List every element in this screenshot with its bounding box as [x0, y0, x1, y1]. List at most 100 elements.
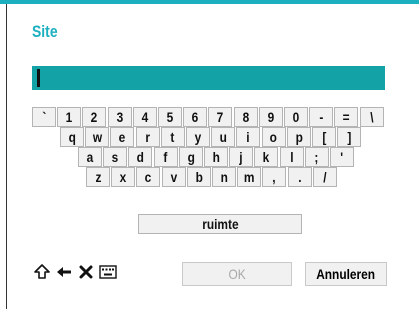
- key[interactable]: s: [103, 147, 128, 167]
- key-label: ': [340, 149, 344, 165]
- key-label: b: [195, 169, 203, 185]
- key[interactable]: c: [136, 167, 161, 187]
- key[interactable]: g: [178, 147, 203, 167]
- text-input[interactable]: [32, 66, 385, 90]
- key-label: h: [212, 149, 220, 165]
- key[interactable]: =: [334, 107, 359, 127]
- key[interactable]: z: [86, 167, 110, 187]
- key[interactable]: 2: [82, 107, 107, 127]
- key[interactable]: t: [160, 127, 185, 147]
- key[interactable]: p: [286, 127, 311, 147]
- key[interactable]: .: [287, 167, 312, 187]
- key[interactable]: r: [135, 127, 160, 147]
- ok-button[interactable]: OK: [182, 262, 292, 286]
- key[interactable]: ;: [304, 147, 329, 167]
- key[interactable]: a: [78, 147, 102, 167]
- key[interactable]: i: [236, 127, 261, 147]
- key-label: 2: [91, 109, 98, 125]
- key-label: x: [119, 169, 127, 185]
- space-key[interactable]: ruimte: [138, 214, 302, 234]
- key-label: u: [219, 129, 227, 145]
- key[interactable]: 6: [183, 107, 208, 127]
- cancel-button[interactable]: Annuleren: [305, 262, 387, 286]
- key-label: =: [342, 109, 350, 125]
- key-label: z: [95, 169, 101, 185]
- key-label: g: [187, 149, 195, 165]
- key-label: l: [289, 149, 294, 165]
- key-label: o: [269, 129, 278, 145]
- key[interactable]: [: [312, 127, 336, 147]
- key[interactable]: m: [237, 167, 262, 187]
- key[interactable]: b: [186, 167, 211, 187]
- key[interactable]: o: [261, 127, 286, 147]
- key[interactable]: ': [330, 147, 354, 167]
- clear-icon[interactable]: [76, 262, 96, 282]
- key-label: n: [220, 169, 228, 185]
- key[interactable]: `: [32, 107, 56, 127]
- shift-icon[interactable]: [32, 262, 52, 282]
- key-label: -: [319, 109, 324, 125]
- key[interactable]: 0: [284, 107, 308, 127]
- key-label: [: [322, 129, 326, 145]
- key-label: ;: [314, 149, 319, 165]
- key[interactable]: u: [211, 127, 236, 147]
- key-label: /: [323, 169, 327, 185]
- key[interactable]: 3: [107, 107, 132, 127]
- key[interactable]: 4: [132, 107, 157, 127]
- backspace-icon[interactable]: [54, 262, 74, 282]
- key[interactable]: \: [359, 107, 384, 127]
- key[interactable]: x: [111, 167, 136, 187]
- key-label: j: [239, 149, 243, 165]
- key[interactable]: d: [128, 147, 153, 167]
- key-label: s: [111, 149, 119, 165]
- key-label: d: [136, 149, 145, 165]
- top-accent-line: [0, 0, 419, 4]
- key-label: v: [170, 169, 177, 185]
- keyboard-icon[interactable]: [98, 262, 118, 282]
- key[interactable]: k: [254, 147, 279, 167]
- text-cursor: [37, 69, 40, 87]
- key-label: r: [145, 129, 150, 145]
- key-label: i: [246, 129, 251, 145]
- cancel-button-label: Annuleren: [316, 266, 376, 282]
- key[interactable]: -: [309, 107, 334, 127]
- key-label: ,: [272, 169, 277, 185]
- key[interactable]: h: [204, 147, 228, 167]
- key-label: e: [119, 129, 126, 145]
- key-label: 8: [242, 109, 249, 125]
- ok-button-label: OK: [228, 266, 246, 282]
- key[interactable]: y: [186, 127, 210, 147]
- key-label: 3: [116, 109, 123, 125]
- key[interactable]: 9: [258, 107, 283, 127]
- key-label: \: [369, 109, 374, 125]
- key-label: m: [243, 169, 255, 185]
- key-label: 7: [217, 109, 224, 125]
- key[interactable]: ]: [337, 127, 362, 147]
- key-label: 5: [166, 109, 174, 125]
- key-label: y: [194, 129, 202, 145]
- key[interactable]: w: [85, 127, 110, 147]
- key-label: f: [163, 149, 168, 165]
- left-border-line: [6, 4, 7, 309]
- key[interactable]: v: [161, 167, 186, 187]
- key-label: a: [86, 149, 94, 165]
- key[interactable]: q: [60, 127, 84, 147]
- key-label: 6: [191, 109, 199, 125]
- key[interactable]: e: [110, 127, 135, 147]
- key[interactable]: f: [153, 147, 178, 167]
- key-label: c: [145, 169, 152, 185]
- key-label: .: [297, 169, 302, 185]
- key[interactable]: 5: [158, 107, 182, 127]
- key[interactable]: ,: [262, 167, 287, 187]
- key[interactable]: /: [312, 167, 337, 187]
- key[interactable]: 8: [233, 107, 258, 127]
- key[interactable]: n: [212, 167, 236, 187]
- key-label: 1: [65, 109, 73, 125]
- key[interactable]: j: [229, 147, 254, 167]
- key-label: 9: [267, 109, 275, 125]
- key[interactable]: 1: [57, 107, 82, 127]
- key[interactable]: l: [279, 147, 304, 167]
- dialog-title: Site: [32, 22, 58, 41]
- key-label: 4: [141, 109, 149, 125]
- key[interactable]: 7: [208, 107, 233, 127]
